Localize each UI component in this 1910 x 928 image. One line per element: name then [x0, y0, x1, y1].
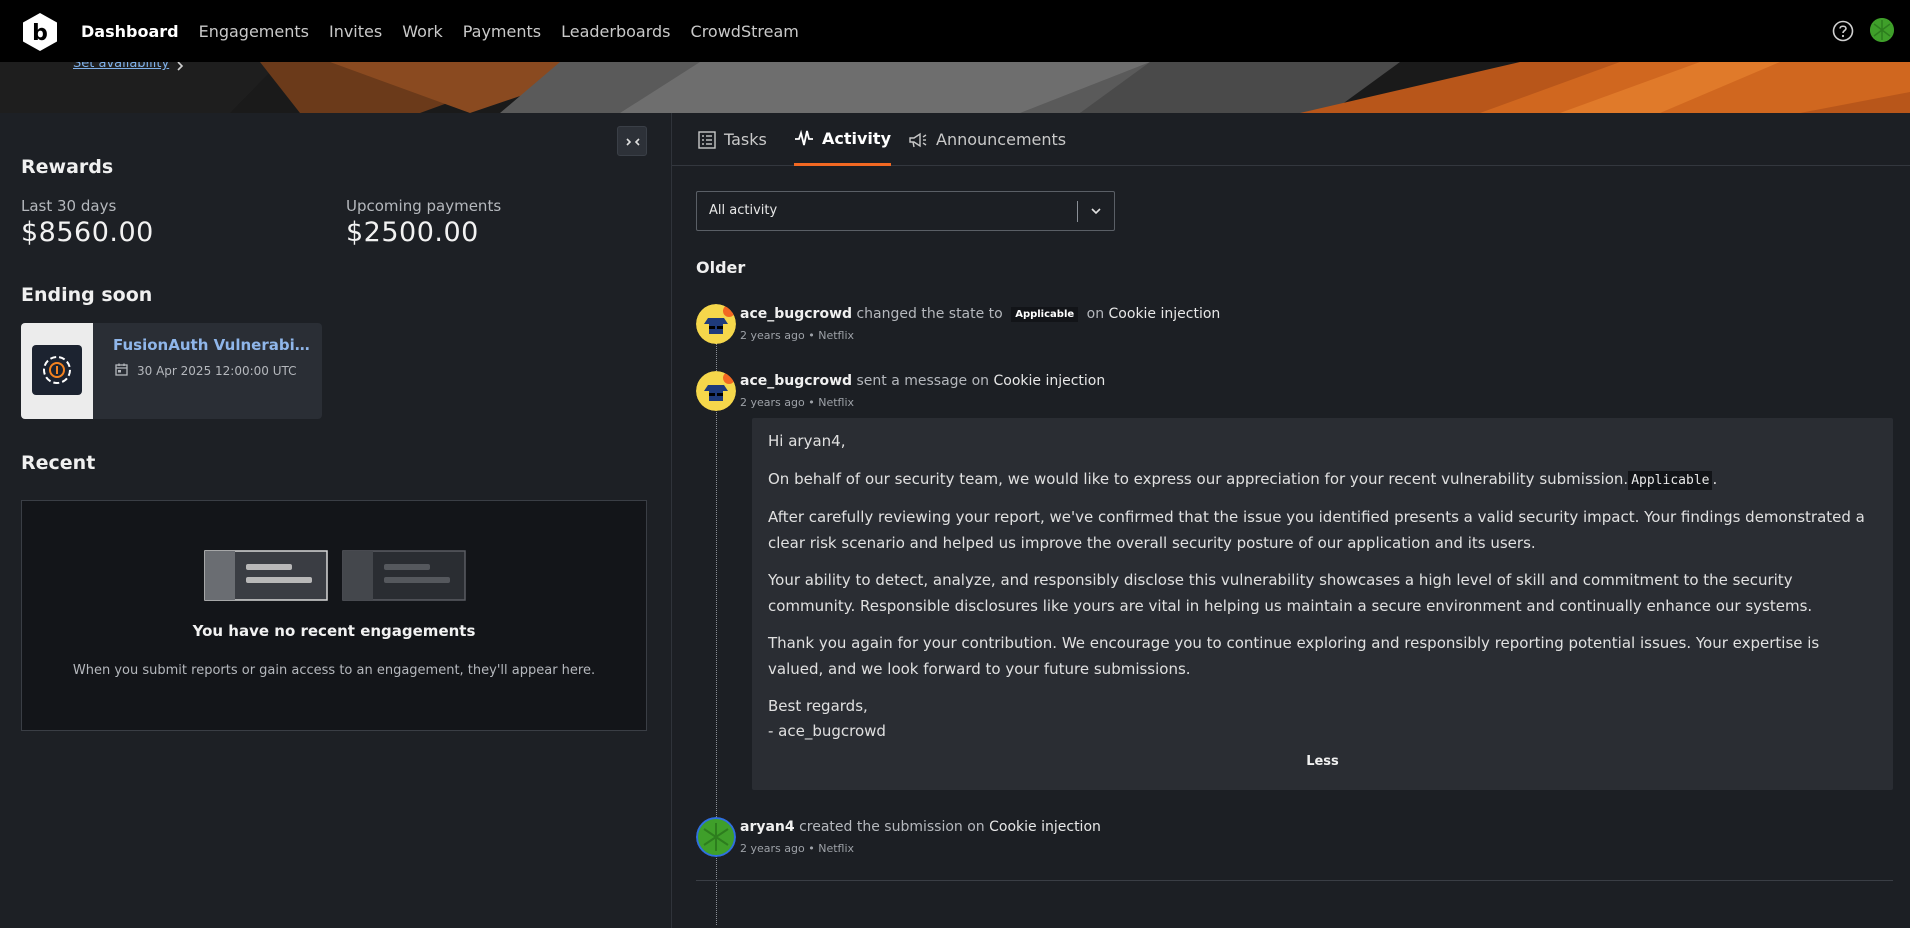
ace-bugcrowd-avatar[interactable] [696, 304, 736, 344]
tab-announcements[interactable]: Announcements [908, 113, 1066, 166]
message-text: . [1712, 470, 1718, 488]
feed-end-divider [696, 880, 1893, 881]
activity-time: 2 years ago [740, 396, 805, 409]
tab-announcements-label: Announcements [936, 130, 1067, 149]
activity-action: created the submission on [799, 819, 985, 835]
activity-time: 2 years ago [740, 329, 805, 342]
message-card: Hi aryan4, On behalf of our security tea… [752, 418, 1893, 790]
inline-code: Applicable [1628, 471, 1713, 490]
hero-banner: Set availability [0, 62, 1910, 113]
avatar-image [1870, 18, 1894, 42]
hero-background [0, 62, 1910, 113]
meta-separator: • [808, 329, 815, 342]
ending-soon-date: 30 Apr 2025 12:00:00 UTC [137, 364, 297, 378]
meta-separator: • [808, 842, 815, 855]
set-availability-link[interactable]: Set availability [73, 62, 169, 71]
show-less-button[interactable]: Less [752, 754, 1893, 769]
activity-item: aryan4 created the submission on Cookie … [696, 812, 1893, 862]
chevron-down-icon [1091, 208, 1101, 215]
nav-engagements[interactable]: Engagements [199, 22, 309, 41]
activity-time: 2 years ago [740, 842, 805, 855]
top-nav: b Dashboard Engagements Invites Work Pay… [0, 0, 1910, 62]
bugcrowd-logo[interactable]: b [20, 12, 60, 52]
activity-user[interactable]: aryan4 [740, 819, 795, 835]
fusionauth-logo-icon [43, 356, 71, 384]
program-link[interactable]: Netflix [818, 396, 854, 409]
recent-engagements-empty: You have no recent engagements When you … [21, 500, 647, 731]
ending-soon-title[interactable]: FusionAuth Vulnerabili… [113, 336, 313, 354]
tab-tasks-label: Tasks [724, 130, 767, 149]
submission-link[interactable]: Cookie injection [1109, 306, 1221, 322]
nav-crowdstream[interactable]: CrowdStream [691, 22, 799, 41]
group-label-older: Older [696, 258, 746, 277]
nav-dashboard[interactable]: Dashboard [81, 22, 179, 41]
empty-state-title: You have no recent engagements [192, 622, 476, 640]
activity-user[interactable]: ace_bugcrowd [740, 373, 852, 389]
activity-panel: Tasks Activity Announcements All activit… [671, 113, 1910, 928]
message-signoff: Best regards, [768, 697, 868, 715]
rewards-heading: Rewards [21, 156, 114, 178]
activity-text: ace_bugcrowd sent a message on Cookie in… [740, 373, 1105, 389]
upcoming-payments-label: Upcoming payments [346, 197, 502, 215]
meta-separator: • [808, 396, 815, 409]
activity-item: ace_bugcrowd sent a message on Cookie in… [696, 366, 1893, 416]
program-link[interactable]: Netflix [818, 329, 854, 342]
main-nav: Dashboard Engagements Invites Work Payme… [81, 0, 819, 62]
activity-icon [795, 129, 813, 146]
message-paragraph: On behalf of our security team, we would… [768, 466, 1878, 494]
select-divider [1077, 201, 1078, 222]
activity-on: on [1086, 306, 1105, 322]
tab-tasks[interactable]: Tasks [698, 113, 767, 166]
activity-filter-select[interactable]: All activity [696, 191, 1115, 231]
collapse-icon [626, 138, 640, 146]
activity-meta: 2 years ago • Netflix [740, 329, 854, 342]
activity-action: changed the state to [856, 306, 1003, 322]
recent-heading: Recent [21, 452, 96, 474]
chevron-right-icon [177, 62, 184, 71]
message-paragraph: Your ability to detect, analyze, and res… [768, 571, 1813, 615]
engagement-logo [21, 323, 93, 419]
last30-value: $8560.00 [21, 217, 154, 248]
activity-filter-value: All activity [709, 203, 778, 218]
message-signature: - ace_bugcrowd [768, 722, 886, 740]
message-paragraph: After carefully reviewing your report, w… [768, 508, 1865, 552]
collapse-panel-button[interactable] [617, 126, 647, 156]
message-paragraph: Thank you again for your contribution. W… [768, 634, 1820, 678]
activity-user[interactable]: ace_bugcrowd [740, 306, 852, 322]
activity-meta: 2 years ago • Netflix [740, 396, 854, 409]
nav-invites[interactable]: Invites [329, 22, 382, 41]
program-link[interactable]: Netflix [818, 842, 854, 855]
upcoming-payments-value: $2500.00 [346, 217, 479, 248]
message-text: On behalf of our security team, we would… [768, 470, 1629, 488]
activity-text: aryan4 created the submission on Cookie … [740, 819, 1101, 835]
submission-link[interactable]: Cookie injection [989, 819, 1101, 835]
left-panel: Rewards Last 30 days $8560.00 Upcoming p… [0, 113, 670, 928]
message-greeting: Hi aryan4, [768, 432, 846, 450]
activity-item: ace_bugcrowd changed the state to Applic… [696, 299, 1893, 349]
ace-bugcrowd-avatar[interactable] [696, 371, 736, 411]
aryan4-avatar[interactable] [696, 817, 736, 857]
empty-state-description: When you submit reports or gain access t… [72, 663, 596, 678]
panel-tabs: Tasks Activity Announcements [672, 113, 1910, 166]
submission-link[interactable]: Cookie injection [994, 373, 1106, 389]
activity-meta: 2 years ago • Netflix [740, 842, 854, 855]
tab-activity[interactable]: Activity [794, 113, 891, 166]
list-icon [698, 130, 716, 149]
last30-label: Last 30 days [21, 197, 117, 215]
svg-text:b: b [32, 21, 48, 46]
megaphone-icon [909, 132, 927, 147]
activity-text: ace_bugcrowd changed the state to Applic… [740, 306, 1220, 322]
tab-activity-label: Activity [822, 128, 891, 148]
nav-leaderboards[interactable]: Leaderboards [561, 22, 670, 41]
user-avatar[interactable] [1870, 18, 1894, 42]
activity-action: sent a message on [856, 373, 990, 389]
calendar-icon [115, 363, 128, 376]
help-icon[interactable] [1832, 20, 1854, 42]
ending-soon-card[interactable]: FusionAuth Vulnerabili… 30 Apr 2025 12:0… [21, 323, 322, 419]
nav-payments[interactable]: Payments [463, 22, 541, 41]
nav-work[interactable]: Work [402, 22, 443, 41]
ending-soon-heading: Ending soon [21, 284, 153, 306]
empty-state-illustration [204, 550, 466, 601]
state-badge: Applicable [1011, 307, 1079, 322]
